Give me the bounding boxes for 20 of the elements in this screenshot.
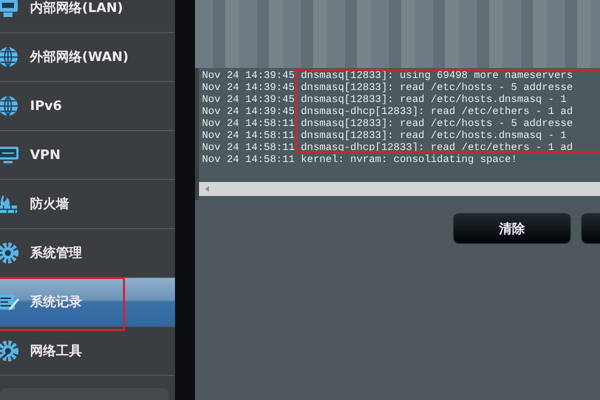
log-line: Nov 24 14:58:11 dnsmasq[12833]: read /etc/hosts.dnsmasq - 1 — [202, 130, 568, 142]
horizontal-scrollbar[interactable] — [199, 182, 600, 196]
sidebar-item[interactable]: 系统记录 — [0, 278, 175, 327]
globe-icon — [0, 94, 20, 118]
clear-button[interactable]: 清除 — [453, 213, 571, 244]
log-line: Nov 24 14:39:45 dnsmasq-dhcp[12833]: read /etc/ethers - 1 ad — [202, 106, 574, 118]
log-line: Nov 24 14:39:45 dnsmasq[12833]: using 69498 more nameservers — [202, 70, 574, 82]
globe-icon — [0, 45, 20, 69]
scroll-left-icon[interactable] — [203, 185, 211, 193]
sidebar-item[interactable]: IPv6 — [0, 82, 175, 131]
gear-wrench-icon — [0, 339, 20, 363]
log-line: Nov 24 14:58:11 dnsmasq-dhcp[12833]: read /etc/ethers - 1 ad — [202, 142, 574, 154]
log-line: Nov 24 14:58:11 dnsmasq[12833]: read /etc/hosts - 5 addresse — [202, 118, 574, 130]
firewall-icon — [0, 192, 20, 216]
log-line: Nov 24 14:58:11 kernel: nvram: consolidating space! — [202, 154, 518, 166]
log-line: Nov 24 14:39:45 dnsmasq[12833]: read /etc/hosts - 5 addresse — [202, 82, 574, 94]
gear-icon — [0, 241, 20, 265]
log-line: Nov 24 14:39:45 dnsmasq[12833]: read /etc/hosts.dnsmasq - 1 — [202, 94, 568, 106]
sidebar-item[interactable]: 外部网络(WAN) — [0, 33, 175, 82]
sidebar-item[interactable]: 内部网络(LAN) — [0, 0, 175, 33]
